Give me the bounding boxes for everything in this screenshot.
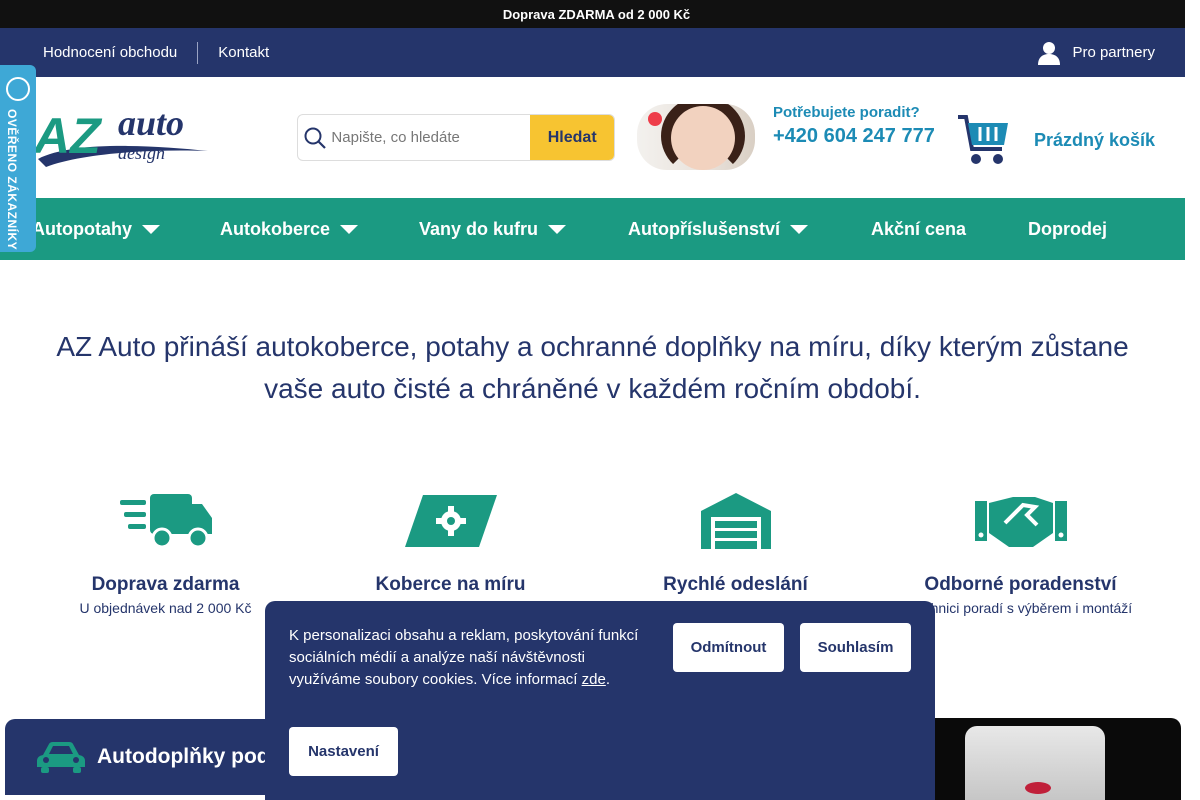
- decline-button[interactable]: Odmítnout: [673, 623, 784, 672]
- search-button[interactable]: Hledat: [530, 115, 614, 160]
- warehouse-icon: [700, 493, 771, 549]
- hero-text: AZ Auto přináší autokoberce, potahy a oc…: [56, 331, 1129, 404]
- advisor-phone[interactable]: +420 604 247 777: [773, 125, 935, 148]
- feature-expert-advice: Odborné poradenství Technici poradí s vý…: [878, 492, 1163, 616]
- chevron-down-icon: [790, 224, 809, 234]
- nav-label: Doprodej: [1028, 218, 1107, 239]
- truck-icon: [119, 494, 212, 548]
- nav-item-autopotahy[interactable]: Autopotahy: [32, 198, 160, 260]
- link-contact[interactable]: Kontakt: [218, 44, 269, 61]
- nav-item-doprodej[interactable]: Doprodej: [1028, 198, 1107, 260]
- banner-title: Autodoplňky pod: [97, 745, 270, 768]
- product-banner[interactable]: [905, 718, 1181, 800]
- nav-label: Autopotahy: [32, 218, 132, 239]
- partner-link[interactable]: Pro partnery: [1036, 28, 1155, 77]
- cookie-text: K personalizaci obsahu a reklam, poskyto…: [289, 627, 639, 688]
- advisor-photo: [637, 104, 755, 170]
- secondary-nav: Hodnocení obchodu Kontakt Pro partnery: [0, 28, 1185, 77]
- feature-fast-dispatch: Rychlé odeslání: [593, 492, 878, 600]
- logo-auto: auto: [118, 103, 184, 143]
- feature-title: Odborné poradenství: [924, 574, 1117, 595]
- site-header: AZ auto design Hledat Potřebujete poradi…: [0, 77, 1185, 198]
- announcement-bar: Doprava ZDARMA od 2 000 Kč: [0, 0, 1185, 28]
- ticket-gear-icon: [404, 495, 497, 547]
- nav-label: Akční cena: [871, 218, 967, 239]
- cart-icon: [958, 115, 1008, 164]
- verified-badge[interactable]: OVĚŘENO ZÁKAZNÍKY: [0, 65, 36, 252]
- main-nav: Autopotahy Autokoberce Vany do kufru Aut…: [0, 198, 1185, 260]
- feature-title: Doprava zdarma: [91, 574, 240, 595]
- logo-brand: AZ: [32, 108, 103, 164]
- feature-title: Koberce na míru: [375, 574, 526, 595]
- car-icon: [37, 742, 85, 773]
- nav-item-vany[interactable]: Vany do kufru: [419, 198, 567, 260]
- nav-item-akcni-cena[interactable]: Akční cena: [871, 198, 966, 260]
- announcement-text: Doprava ZDARMA od 2 000 Kč: [502, 6, 691, 22]
- feature-shipping: Doprava zdarma U objednávek nad 2 000 Kč: [23, 492, 308, 616]
- divider: [197, 41, 199, 64]
- logo[interactable]: AZ auto design: [32, 101, 212, 171]
- user-icon: [1038, 41, 1061, 65]
- cookie-consent-dialog: K personalizaci obsahu a reklam, poskyto…: [265, 601, 935, 800]
- chevron-down-icon: [340, 224, 359, 234]
- feature-custom-mats: Koberce na míru: [308, 492, 593, 600]
- chevron-down-icon: [548, 224, 567, 234]
- logo-design: design: [118, 143, 165, 163]
- heureka-seal-icon: [6, 77, 30, 101]
- cart-button[interactable]: Prázdný košík: [956, 113, 1155, 167]
- cart-label: Prázdný košík: [1034, 129, 1156, 150]
- verified-badge-text: OVĚŘENO ZÁKAZNÍKY: [5, 109, 19, 251]
- secondary-links: Hodnocení obchodu Kontakt: [43, 28, 269, 77]
- product-image: [965, 726, 1105, 800]
- nav-label: Autopříslušenství: [628, 218, 781, 239]
- chevron-down-icon: [141, 224, 160, 234]
- search-bar: Hledat: [297, 114, 615, 161]
- cookie-info-link[interactable]: zde: [582, 671, 606, 688]
- handshake-icon: [974, 497, 1067, 547]
- online-indicator: [648, 112, 662, 126]
- search-icon: [298, 115, 331, 160]
- advisor-contact: Potřebujete poradit? +420 604 247 777: [773, 104, 935, 148]
- partner-label: Pro partnery: [1072, 44, 1155, 61]
- cookie-settings-button[interactable]: Nastavení: [289, 727, 398, 776]
- accept-button[interactable]: Souhlasím: [800, 623, 911, 672]
- feature-title: Rychlé odeslání: [663, 574, 808, 595]
- link-store-reviews[interactable]: Hodnocení obchodu: [43, 44, 177, 61]
- nav-label: Autokoberce: [220, 218, 331, 239]
- nav-item-autoprislusenstvi[interactable]: Autopříslušenství: [628, 198, 809, 260]
- nav-label: Vany do kufru: [419, 218, 539, 239]
- nav-item-autokoberce[interactable]: Autokoberce: [220, 198, 359, 260]
- advisor-question: Potřebujete poradit?: [773, 104, 920, 121]
- search-input[interactable]: [331, 115, 531, 160]
